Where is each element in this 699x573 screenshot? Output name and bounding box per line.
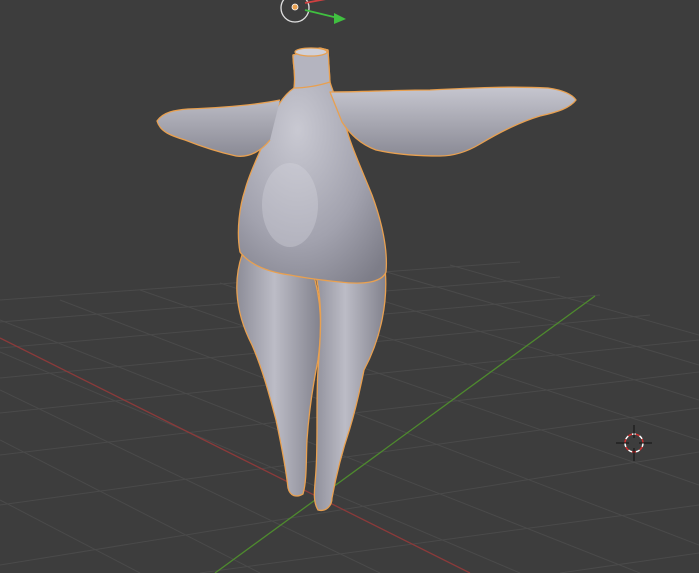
- 3d-viewport[interactable]: [0, 0, 699, 573]
- gizmo-y-arrow[interactable]: [304, 9, 339, 19]
- neck-opening: [294, 47, 328, 57]
- transform-gizmo[interactable]: [280, 0, 346, 24]
- body-mesh[interactable]: [156, 47, 577, 512]
- x-axis-line: [0, 337, 471, 573]
- gizmo-x-arrow[interactable]: [304, 0, 342, 4]
- origin-dot-icon: [291, 3, 299, 11]
- gizmo-y-arrowhead-icon[interactable]: [334, 13, 346, 24]
- gizmo-ring[interactable]: [280, 0, 310, 23]
- right-leg[interactable]: [311, 243, 387, 512]
- belly-highlight: [262, 163, 318, 247]
- 3d-cursor-icon[interactable]: [616, 425, 652, 461]
- arms[interactable]: [156, 86, 577, 157]
